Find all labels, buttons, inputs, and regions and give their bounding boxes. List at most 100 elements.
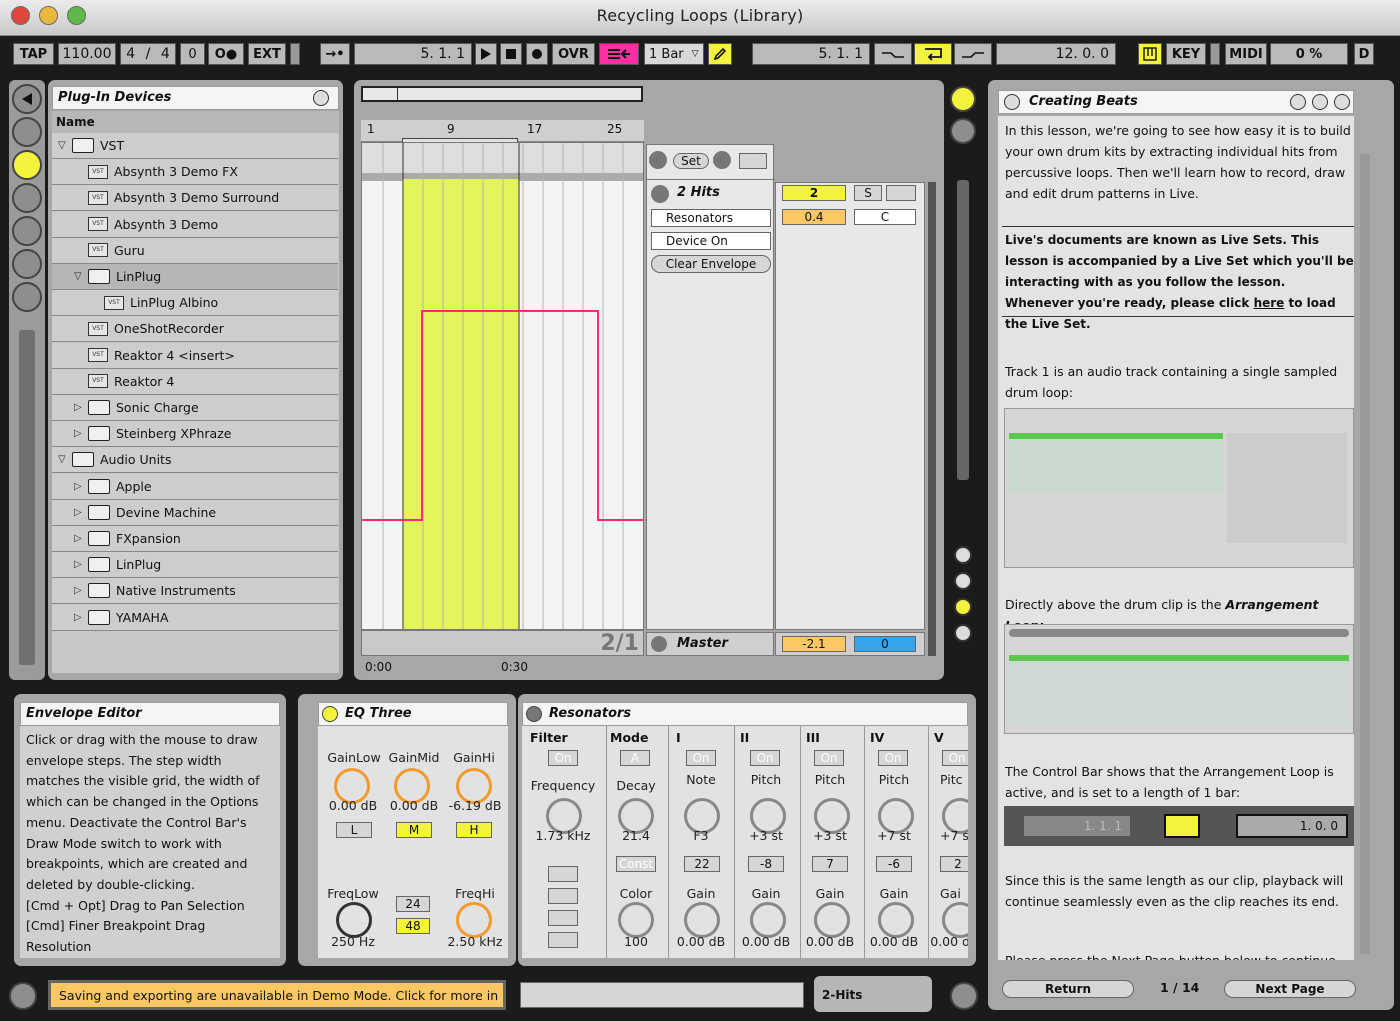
envelope-grid[interactable] <box>361 142 644 630</box>
res-iv-on[interactable]: On <box>878 750 908 766</box>
stop-button[interactable] <box>500 43 522 65</box>
time-ruler[interactable]: 0:00 0:30 <box>361 658 644 676</box>
browser-item[interactable]: ▷ Native Instruments <box>52 578 338 605</box>
mode-a-button[interactable]: A <box>620 750 650 766</box>
key-map-button[interactable]: KEY <box>1166 43 1206 65</box>
refresh-icon[interactable] <box>12 282 42 312</box>
res-iii-gain-knob[interactable] <box>814 902 850 938</box>
plugin-browser-icon[interactable] <box>12 150 42 180</box>
file-browser-3-icon[interactable] <box>12 249 42 279</box>
next-page-button[interactable]: Next Page <box>1224 980 1356 998</box>
loop-length-field[interactable]: 12. 0. 0 <box>996 43 1116 65</box>
hide-browser-icon[interactable] <box>12 84 42 114</box>
device-chooser[interactable]: Resonators <box>651 209 771 227</box>
disclosure-closed-icon[interactable]: ▷ <box>74 507 88 518</box>
disclosure-closed-icon[interactable]: ▷ <box>74 481 88 492</box>
loop-switch-button[interactable] <box>914 43 952 65</box>
disclosure-closed-icon[interactable]: ▷ <box>74 428 88 439</box>
res-i-on[interactable]: On <box>686 750 716 766</box>
browser-item[interactable]: VST Absynth 3 Demo <box>52 211 338 238</box>
browser-item[interactable]: VST Reaktor 4 <insert> <box>52 342 338 369</box>
quantize-menu[interactable]: 1 Bar ▽ <box>644 43 704 65</box>
master-volume-field[interactable]: -2.1 <box>782 636 846 652</box>
res-iv-fine[interactable]: -6 <box>876 856 912 872</box>
load-live-set-link[interactable]: here <box>1254 296 1285 310</box>
browser-item[interactable]: ▽ LinPlug <box>52 264 338 290</box>
mixer-toggle-icon[interactable] <box>954 598 972 616</box>
res-iv-gain-knob[interactable] <box>878 902 914 938</box>
parameter-chooser[interactable]: Device On <box>651 232 771 250</box>
resonators-power-button[interactable] <box>526 706 542 722</box>
status-message[interactable]: Saving and exporting are unavailable in … <box>48 980 506 1010</box>
disclosure-closed-icon[interactable]: ▷ <box>74 533 88 544</box>
browser-item[interactable]: ▷ Apple <box>52 473 338 500</box>
computer-midi-keyboard-button[interactable] <box>1138 43 1162 65</box>
return-toggle-icon[interactable] <box>954 572 972 590</box>
const-button[interactable]: Const <box>616 856 656 872</box>
color-knob[interactable] <box>618 902 654 938</box>
delay-toggle-icon[interactable] <box>954 624 972 642</box>
browser-item[interactable]: VST OneShotRecorder <box>52 316 338 343</box>
browser-item[interactable]: ▽ Audio Units <box>52 447 338 474</box>
clear-envelope-button[interactable]: Clear Envelope <box>651 255 771 273</box>
filter-bp-button[interactable] <box>548 910 578 926</box>
disclosure-open-icon[interactable]: ▽ <box>58 140 72 151</box>
overview-scrollbar[interactable] <box>361 86 643 102</box>
browser-item[interactable]: VST Reaktor 4 <box>52 368 338 395</box>
res-ii-fine[interactable]: -8 <box>748 856 784 872</box>
record-button[interactable] <box>526 43 548 65</box>
arrangement-view-icon[interactable] <box>950 86 976 112</box>
hide-info-view-icon[interactable] <box>9 982 37 1010</box>
lesson-next-icon[interactable] <box>1312 94 1328 110</box>
punch-in-button[interactable] <box>874 43 912 65</box>
disclosure-closed-icon[interactable]: ▷ <box>74 612 88 623</box>
lesson-prev-icon[interactable] <box>1290 94 1306 110</box>
res-ii-gain-knob[interactable] <box>750 902 786 938</box>
res-iii-fine[interactable]: 7 <box>812 856 848 872</box>
browser-item[interactable]: ▷ YAMAHA <box>52 604 338 631</box>
external-sync-button[interactable]: EXT <box>248 43 286 65</box>
search-icon[interactable] <box>313 90 329 106</box>
res-v-gain-knob[interactable] <box>942 902 968 938</box>
slope-24-button[interactable]: 24 <box>396 896 430 912</box>
time-signature-field[interactable]: 4 / 4 <box>120 43 176 65</box>
overdub-button[interactable]: OVR <box>552 43 595 65</box>
lock-envelope-button[interactable] <box>739 153 767 169</box>
set-locator-button[interactable]: Set <box>673 153 709 169</box>
res-v-fine[interactable]: 2 <box>940 856 968 872</box>
tap-tempo-button[interactable]: TAP <box>13 43 54 65</box>
library-browser-icon[interactable] <box>12 117 42 147</box>
browser-item[interactable]: VST LinPlug Albino <box>52 290 338 317</box>
hide-detail-view-icon[interactable] <box>950 982 978 1010</box>
filter-on-button[interactable]: On <box>548 750 578 766</box>
high-kill-button[interactable]: H <box>456 822 492 838</box>
freqlow-knob[interactable] <box>336 902 372 938</box>
track-fold-button[interactable] <box>651 185 669 203</box>
browser-item[interactable]: ▷ Devine Machine <box>52 499 338 526</box>
mid-kill-button[interactable]: M <box>396 822 432 838</box>
track-activator[interactable]: 2 <box>782 185 846 201</box>
filter-hp-button[interactable] <box>548 888 578 904</box>
punch-out-button[interactable] <box>954 43 992 65</box>
loop-start-field[interactable]: 5. 1. 1 <box>752 43 870 65</box>
arrangement-position-field[interactable]: 5. 1. 1 <box>354 43 472 65</box>
track-name[interactable]: 2 Hits <box>677 185 720 200</box>
locator-prev-button[interactable] <box>649 151 667 169</box>
solo-button[interactable]: S <box>854 185 882 201</box>
back-to-arrangement-button[interactable] <box>599 43 639 65</box>
browser-item[interactable]: ▷ Steinberg XPhraze <box>52 421 338 448</box>
arm-button[interactable] <box>886 185 916 201</box>
disclosure-open-icon[interactable]: ▽ <box>74 271 88 282</box>
res-i-fine[interactable]: 22 <box>684 856 720 872</box>
res-i-gain-knob[interactable] <box>684 902 720 938</box>
locator-next-button[interactable] <box>713 151 731 169</box>
disclosure-closed-icon[interactable]: ▷ <box>74 585 88 596</box>
return-button[interactable]: Return <box>1002 980 1134 998</box>
browser-item[interactable]: VST Absynth 3 Demo FX <box>52 159 338 186</box>
midi-map-button[interactable]: MIDI <box>1225 43 1267 65</box>
track-scrollbar[interactable] <box>957 180 969 480</box>
res-ii-on[interactable]: On <box>750 750 780 766</box>
metronome-count-in[interactable]: 0 <box>180 43 205 65</box>
browser-item[interactable]: ▽ VST <box>52 133 338 159</box>
play-button[interactable] <box>475 43 497 65</box>
